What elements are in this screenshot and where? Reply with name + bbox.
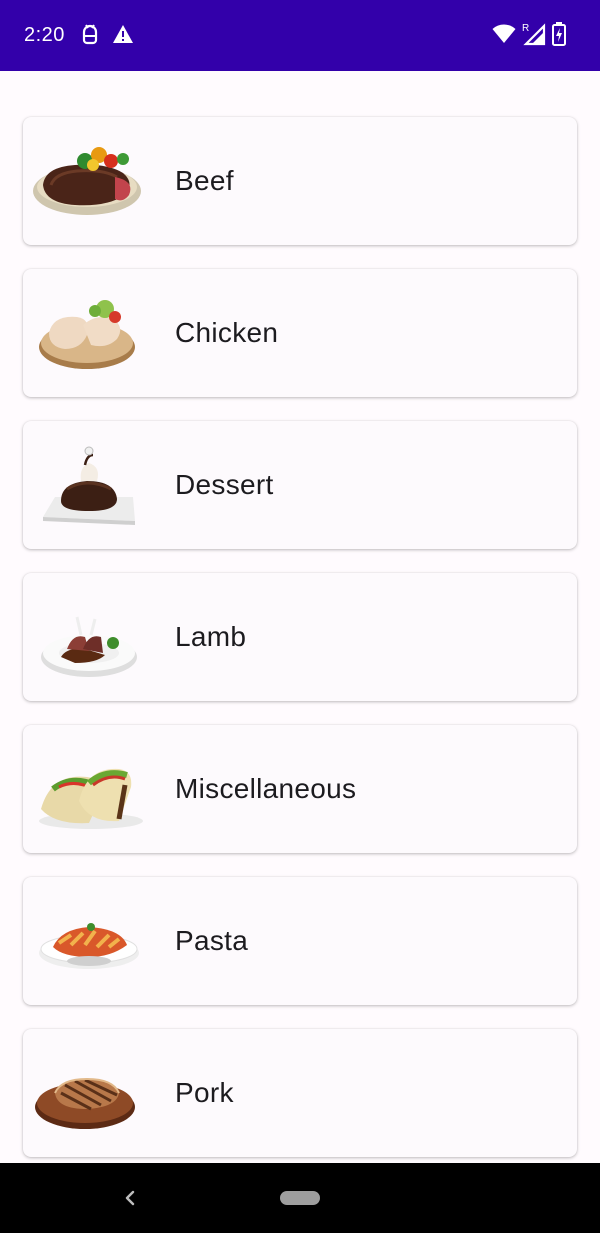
category-label: Chicken	[175, 317, 279, 348]
warning-icon	[113, 25, 133, 43]
steak-plate-icon	[33, 147, 141, 215]
lamb-chops-icon	[41, 616, 137, 677]
status-bar: 2:20 R	[0, 0, 600, 71]
signal-roaming-icon: R	[522, 23, 546, 46]
back-icon[interactable]	[120, 1185, 140, 1211]
category-label: Dessert	[175, 469, 274, 500]
category-card-pasta[interactable]: Pasta	[23, 877, 577, 1005]
status-left-icons	[80, 24, 134, 46]
pork-chop-board-icon	[35, 1077, 135, 1129]
tacos-icon	[39, 768, 143, 829]
navigation-bar	[0, 1163, 600, 1233]
category-card-dessert[interactable]: Dessert	[23, 421, 577, 549]
category-card-lamb[interactable]: Lamb	[23, 573, 577, 701]
pasta-plate-icon	[39, 923, 139, 969]
category-card-miscellaneous[interactable]: Miscellaneous	[23, 725, 577, 853]
category-label: Lamb	[175, 621, 247, 652]
battery-charging-icon	[552, 22, 566, 46]
category-label: Beef	[175, 165, 234, 196]
category-card-chicken[interactable]: Chicken	[23, 269, 577, 397]
category-list: Beef Chicken Dessert Lamb Miscellaneous …	[23, 117, 577, 1181]
category-card-beef[interactable]: Beef	[23, 117, 577, 245]
roaming-indicator: R	[522, 23, 529, 34]
chicken-board-icon	[39, 300, 135, 369]
category-card-pork[interactable]: Pork	[23, 1029, 577, 1157]
category-label: Pork	[175, 1077, 234, 1108]
status-right-icons: R	[492, 22, 566, 46]
home-pill-icon[interactable]	[280, 1191, 320, 1205]
category-label: Miscellaneous	[175, 773, 357, 804]
chocolate-cake-icon	[43, 446, 135, 525]
status-time: 2:20	[24, 24, 65, 46]
category-label: Pasta	[175, 925, 249, 956]
android-debug-icon	[82, 24, 98, 45]
wifi-icon	[492, 24, 516, 43]
